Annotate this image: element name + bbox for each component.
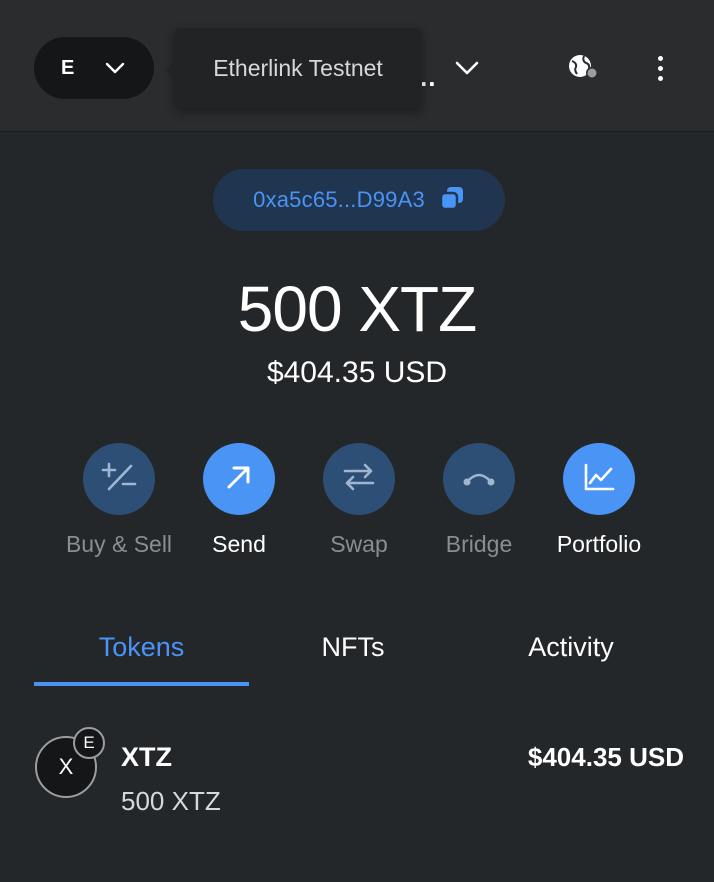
swap-arrows-icon [342, 462, 376, 497]
buy-sell-button[interactable]: Buy & Sell [59, 443, 179, 558]
action-bar: Buy & Sell Send Swap Bridge Portfolio [0, 443, 714, 573]
swap-label: Swap [330, 531, 388, 557]
account-address-copy-button[interactable]: 0xa5c65...D99A3 [213, 169, 505, 231]
account-address: 0xa5c65...D99A3 [253, 187, 425, 212]
token-balance: 500 XTZ [237, 273, 477, 345]
send-circle [203, 443, 275, 515]
tab-nfts[interactable]: NFTs [249, 620, 457, 686]
bridge-icon [462, 466, 496, 493]
send-button[interactable]: Send [179, 443, 299, 558]
portfolio-label: Portfolio [556, 531, 642, 557]
tab-activity[interactable]: Activity [457, 620, 685, 686]
bridge-button[interactable]: Bridge [419, 443, 539, 558]
globe-icon[interactable] [565, 52, 601, 84]
account-chevron-down-icon[interactable] [454, 56, 480, 85]
token-name: XTZ [121, 742, 172, 772]
swap-button[interactable]: Swap [299, 443, 419, 558]
tooltip-arrow [166, 62, 174, 78]
buy-sell-circle [83, 443, 155, 515]
token-fiat-value: $404.35 USD [527, 742, 684, 772]
portfolio-circle [563, 443, 635, 515]
swap-circle [323, 443, 395, 515]
tab-tokens[interactable]: Tokens [34, 620, 249, 686]
chart-icon [583, 462, 615, 497]
fiat-balance: $404.35 USD [266, 356, 448, 389]
send-label: Send [212, 531, 266, 557]
chevron-down-icon [105, 62, 125, 74]
kebab-menu-icon[interactable] [646, 52, 674, 84]
network-tooltip: Etherlink Testnet [166, 28, 422, 108]
network-tooltip-text: Etherlink Testnet [213, 54, 383, 81]
portfolio-button[interactable]: Portfolio [539, 443, 659, 558]
bridge-circle [443, 443, 515, 515]
network-badge-icon: E [73, 727, 105, 759]
account-name-truncated[interactable]: .. [420, 62, 436, 93]
buy-sell-label: Buy & Sell [65, 531, 173, 557]
bridge-label: Bridge [445, 531, 513, 557]
token-amount: 500 XTZ [121, 786, 221, 816]
plus-minus-icon [101, 462, 137, 497]
token-list-item[interactable]: X E XTZ 500 XTZ $404.35 USD [0, 712, 714, 832]
network-picker-button[interactable]: E [34, 37, 154, 99]
copy-icon [439, 185, 465, 216]
app-header: E .. Etherlink Testnet [0, 0, 714, 132]
arrow-up-right-icon [224, 462, 254, 497]
network-avatar: E [61, 56, 75, 79]
asset-tabs: Tokens NFTs Activity [34, 620, 680, 686]
